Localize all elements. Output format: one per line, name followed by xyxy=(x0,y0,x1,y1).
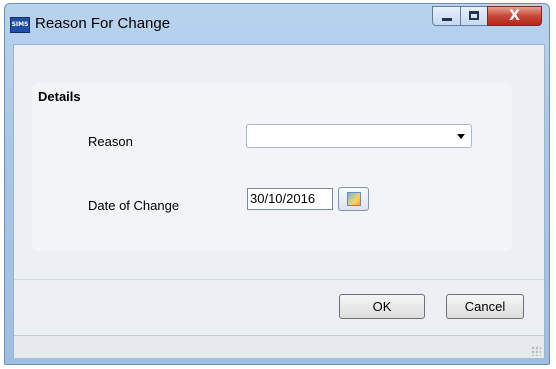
details-heading: Details xyxy=(38,89,81,104)
close-button[interactable]: X xyxy=(487,6,542,26)
maximize-icon xyxy=(469,11,479,20)
reason-label: Reason xyxy=(88,134,133,149)
window-title: Reason For Change xyxy=(35,15,171,32)
sims-app-icon: SIMS xyxy=(10,17,30,33)
minimize-icon xyxy=(442,18,452,21)
calendar-picker-button[interactable] xyxy=(338,187,369,211)
date-of-change-field[interactable]: 30/10/2016 xyxy=(247,188,333,210)
maximize-button[interactable] xyxy=(460,6,488,26)
dialog-window: SIMS Reason For Change X Details Reason … xyxy=(4,3,550,365)
calendar-icon xyxy=(347,192,361,206)
dialog-client-area: Details Reason Date of Change 30/10/2016… xyxy=(13,44,545,358)
cancel-button[interactable]: Cancel xyxy=(446,294,524,319)
ok-button[interactable]: OK xyxy=(339,294,425,319)
button-bar: OK Cancel xyxy=(14,279,544,328)
close-icon: X xyxy=(509,8,520,24)
minimize-button[interactable] xyxy=(432,6,461,26)
details-group: Details Reason Date of Change 30/10/2016 xyxy=(32,83,512,251)
reason-dropdown[interactable] xyxy=(246,124,472,148)
resize-grip-icon[interactable] xyxy=(531,346,541,356)
date-of-change-label: Date of Change xyxy=(88,198,180,213)
chevron-down-icon[interactable] xyxy=(457,134,465,139)
title-bar[interactable]: SIMS Reason For Change X xyxy=(5,4,549,44)
status-bar xyxy=(14,335,544,358)
